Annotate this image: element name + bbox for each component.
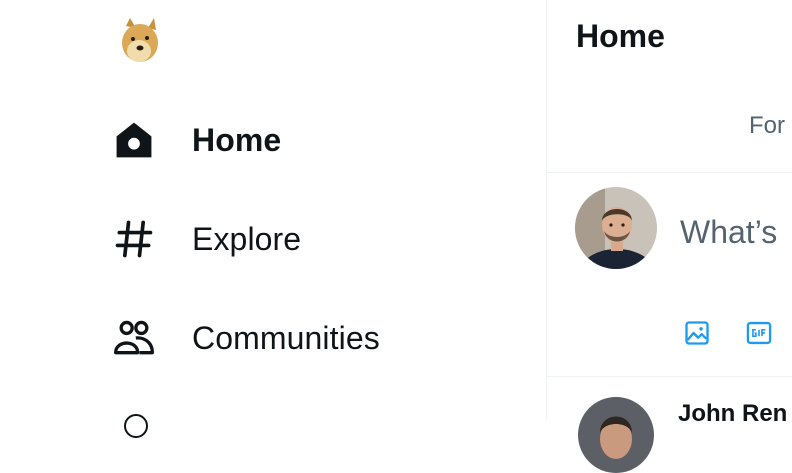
avatar[interactable]	[575, 187, 657, 269]
compose-input[interactable]: What’s	[680, 214, 777, 251]
tabs-divider	[547, 172, 792, 173]
nav-item-next-icon[interactable]	[124, 414, 148, 438]
nav-label-home: Home	[192, 121, 282, 158]
nav-label-communities: Communities	[192, 319, 380, 356]
column-divider	[546, 0, 547, 420]
communities-icon	[112, 316, 156, 360]
nav-item-explore[interactable]: Explore	[112, 209, 301, 269]
page-title: Home	[576, 18, 665, 54]
gif-icon[interactable]	[744, 318, 774, 348]
hashtag-icon	[112, 217, 156, 261]
image-icon[interactable]	[682, 318, 712, 348]
nav-item-home[interactable]: Home	[112, 110, 281, 170]
doge-logo-icon[interactable]	[118, 16, 162, 64]
tab-for-you[interactable]: For	[749, 112, 785, 140]
composer-divider	[547, 376, 792, 377]
nav-label-explore: Explore	[192, 220, 302, 257]
nav-item-communities[interactable]: Communities	[112, 308, 380, 368]
tweet-author-name[interactable]: John Ren	[678, 400, 787, 428]
home-icon	[112, 118, 156, 162]
tweet-avatar[interactable]	[578, 397, 654, 473]
